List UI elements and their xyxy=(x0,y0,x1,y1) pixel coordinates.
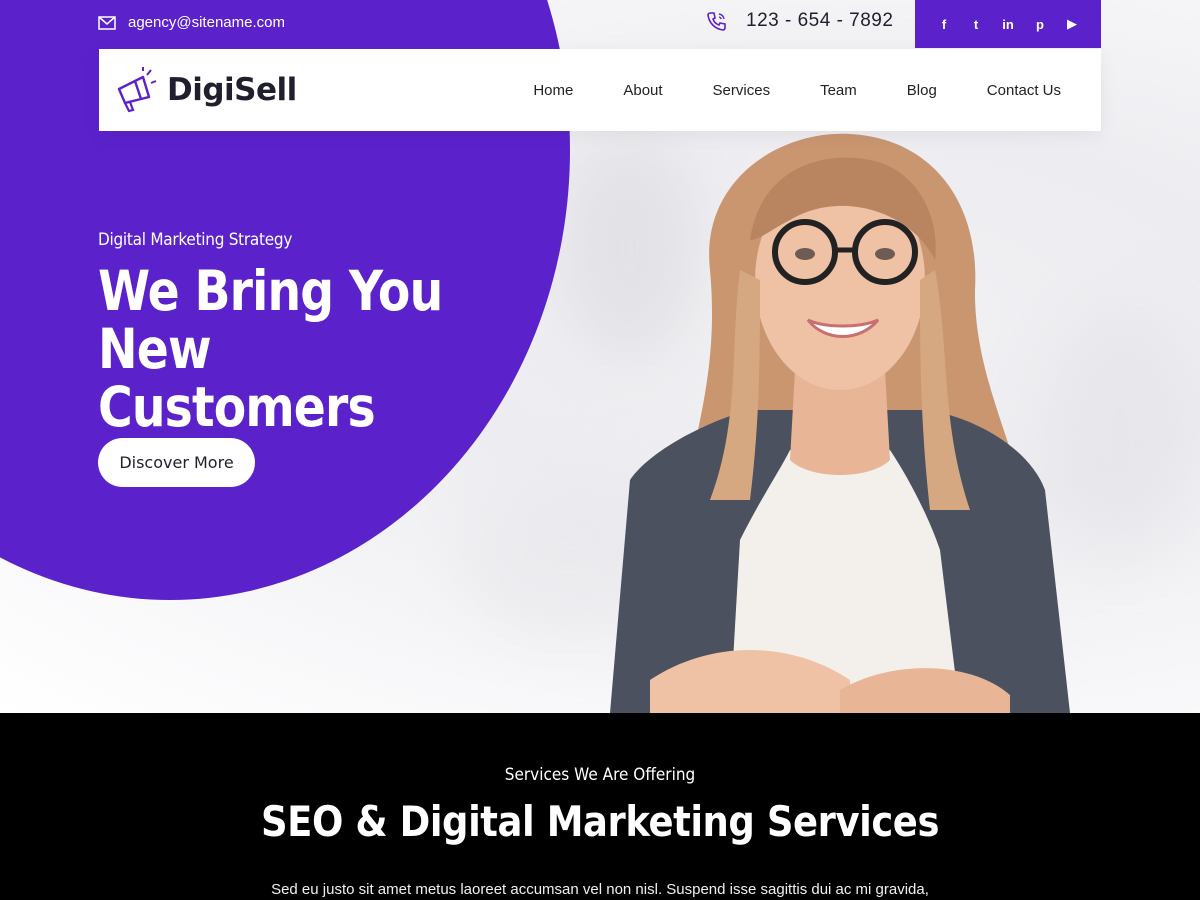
hero-eyebrow: Digital Marketing Strategy xyxy=(98,230,293,250)
hero-headline-line2: Customers xyxy=(98,375,376,439)
nav-item-team[interactable]: Team xyxy=(820,82,857,99)
email-text: agency@sitename.com xyxy=(128,14,285,31)
hero-text-block: Digital Marketing Strategy We Bring You … xyxy=(98,230,558,436)
nav-item-blog[interactable]: Blog xyxy=(907,82,937,99)
megaphone-icon xyxy=(113,67,157,113)
brand-name: DigiSell xyxy=(167,72,297,108)
hero-headline: We Bring You New Customers xyxy=(98,262,545,436)
nav-item-about[interactable]: About xyxy=(623,82,662,99)
facebook-icon[interactable]: f xyxy=(937,17,951,32)
services-section: Services We Are Offering SEO & Digital M… xyxy=(0,713,1200,900)
mail-icon xyxy=(98,15,116,30)
phone-icon xyxy=(706,10,728,32)
pinterest-icon[interactable]: p xyxy=(1033,17,1047,32)
nav-menu: Home About Services Team Blog Contact Us xyxy=(533,82,1061,99)
services-title: SEO & Digital Marketing Services xyxy=(260,797,940,846)
site-logo[interactable]: DigiSell xyxy=(113,67,297,113)
services-eyebrow: Services We Are Offering xyxy=(504,765,696,785)
phone-contact[interactable]: 123 - 654 - 7892 xyxy=(706,10,893,32)
nav-item-contact[interactable]: Contact Us xyxy=(987,82,1061,99)
topbar: agency@sitename.com 123 - 654 - 7892 f t… xyxy=(0,0,1200,48)
nav-item-services[interactable]: Services xyxy=(713,82,771,99)
email-contact[interactable]: agency@sitename.com xyxy=(98,14,285,31)
main-navbar: DigiSell Home About Services Team Blog C… xyxy=(99,49,1101,131)
discover-more-button[interactable]: Discover More xyxy=(98,438,255,487)
phone-text: 123 - 654 - 7892 xyxy=(746,10,894,31)
linkedin-icon[interactable]: in xyxy=(1001,17,1015,32)
youtube-icon[interactable]: ▶ xyxy=(1065,16,1079,31)
hero-person-image xyxy=(590,120,1090,713)
hero-headline-line1: We Bring You New xyxy=(98,259,443,381)
services-description: Sed eu justo sit amet metus laoreet accu… xyxy=(271,881,929,898)
twitter-icon[interactable]: t xyxy=(969,17,983,32)
nav-item-home[interactable]: Home xyxy=(533,82,573,99)
social-links: f t in p ▶ xyxy=(915,0,1101,48)
